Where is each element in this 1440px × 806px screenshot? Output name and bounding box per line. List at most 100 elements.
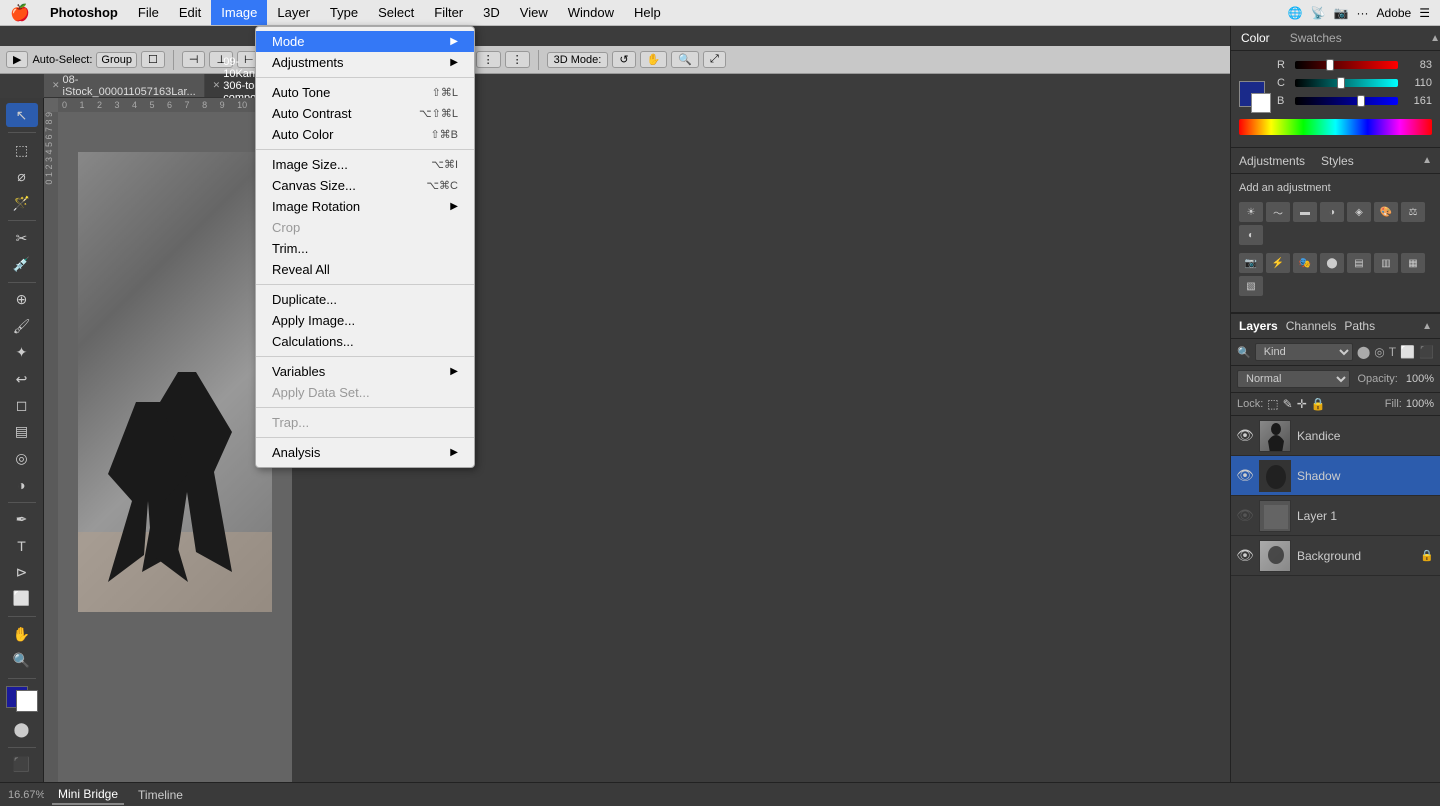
menu-apply-image[interactable]: Apply Image...: [256, 310, 474, 331]
menu-image-rotation[interactable]: Image Rotation ▶: [256, 196, 474, 217]
opacity-value[interactable]: 100%: [1406, 373, 1434, 385]
checkbox-transform[interactable]: ☐: [141, 51, 165, 68]
menu-edit[interactable]: Edit: [169, 0, 211, 25]
quick-mask[interactable]: ⬤: [6, 717, 38, 741]
menu-calculations[interactable]: Calculations...: [256, 331, 474, 352]
3d-mode-btn[interactable]: 3D Mode:: [547, 52, 609, 68]
text-layer-icon[interactable]: T: [1389, 345, 1396, 359]
menu-select[interactable]: Select: [368, 0, 424, 25]
adjustments-tab-label[interactable]: Adjustments: [1239, 154, 1305, 168]
adj-hsl[interactable]: 🎨: [1374, 202, 1398, 222]
channel-b-thumb[interactable]: [1357, 95, 1365, 107]
blend-mode-dropdown[interactable]: Normal: [1237, 370, 1350, 388]
adjustment-icon[interactable]: ◎: [1374, 345, 1384, 359]
3d-rotate-btn[interactable]: ↺: [612, 51, 635, 68]
gradient-tool[interactable]: ▤: [6, 420, 38, 444]
layer-vis-layer1[interactable]: 👁: [1237, 508, 1253, 524]
adj-channelmix[interactable]: ⚡: [1266, 253, 1290, 273]
layer-vis-bg[interactable]: 👁: [1237, 548, 1253, 564]
mini-bridge-tab[interactable]: Mini Bridge: [52, 785, 124, 805]
eyedropper-tool[interactable]: 💉: [6, 253, 38, 277]
layer-shadow[interactable]: 👁 Shadow: [1231, 456, 1440, 496]
align-left-btn[interactable]: ⊣: [182, 51, 206, 68]
color-gradient-bar[interactable]: [1239, 119, 1432, 135]
menu-image-size[interactable]: Image Size... ⌥⌘I: [256, 154, 474, 175]
menu-file[interactable]: File: [128, 0, 169, 25]
menu-mode[interactable]: Mode ▶: [256, 31, 474, 52]
adj-bw[interactable]: ◐: [1239, 225, 1263, 245]
kind-dropdown[interactable]: Kind: [1255, 343, 1353, 361]
pixel-icon[interactable]: ⬤: [1357, 345, 1370, 359]
smart-filter-icon[interactable]: ⬛: [1419, 345, 1434, 359]
channel-b-bar[interactable]: [1295, 97, 1398, 105]
text-tool[interactable]: T: [6, 534, 38, 558]
eraser-tool[interactable]: ◻: [6, 393, 38, 417]
lock-move-icon[interactable]: ✛: [1297, 397, 1307, 411]
layer-vis-kandice[interactable]: 👁: [1237, 428, 1253, 444]
dodge-tool[interactable]: ◑: [6, 472, 38, 496]
color-swatch-area[interactable]: [1239, 81, 1271, 113]
color-picker[interactable]: [6, 686, 38, 712]
menu-image[interactable]: Image: [211, 0, 267, 25]
tab-close-icon-2[interactable]: ✕: [213, 80, 221, 91]
3d-extra-btn[interactable]: ⤢: [703, 51, 726, 68]
paths-tab[interactable]: Paths: [1344, 319, 1375, 333]
shape-tool[interactable]: ⬜: [6, 587, 38, 611]
channels-tab[interactable]: Channels: [1286, 319, 1337, 333]
menu-window[interactable]: Window: [558, 0, 624, 25]
adj-selective[interactable]: ▧: [1239, 276, 1263, 296]
menu-auto-tone[interactable]: Auto Tone ⇧⌘L: [256, 82, 474, 103]
fill-value[interactable]: 100%: [1406, 398, 1434, 410]
apple-menu[interactable]: 🍎: [0, 3, 40, 23]
menu-adjustments[interactable]: Adjustments ▶: [256, 52, 474, 73]
adj-posterize[interactable]: ▤: [1347, 253, 1371, 273]
menu-3d[interactable]: 3D: [473, 0, 510, 25]
adj-levels[interactable]: ▬: [1293, 202, 1317, 222]
layer-background[interactable]: 👁 Background 🔒: [1231, 536, 1440, 576]
layer-vis-shadow[interactable]: 👁: [1237, 468, 1253, 484]
history-brush[interactable]: ↩: [6, 367, 38, 391]
menu-reveal-all[interactable]: Reveal All: [256, 259, 474, 280]
bg-color-box[interactable]: [1251, 93, 1271, 113]
zoom-tool[interactable]: 🔍: [6, 648, 38, 672]
screen-mode[interactable]: ⬛: [6, 753, 38, 777]
tool-arrow-btn[interactable]: ▶: [6, 51, 28, 68]
menu-trim[interactable]: Trim...: [256, 238, 474, 259]
menu-filter[interactable]: Filter: [424, 0, 473, 25]
menu-view[interactable]: View: [510, 0, 558, 25]
menu-analysis[interactable]: Analysis ▶: [256, 442, 474, 463]
auto-select-dropdown[interactable]: Group: [96, 52, 137, 68]
menu-type[interactable]: Type: [320, 0, 368, 25]
tab-close-icon-1[interactable]: ✕: [52, 80, 60, 91]
lasso-tool[interactable]: ⌀: [6, 165, 38, 189]
adj-colorlookup[interactable]: 🎭: [1293, 253, 1317, 273]
healing-tool[interactable]: ⊕: [6, 288, 38, 312]
wand-tool[interactable]: 🪄: [6, 191, 38, 215]
channel-c-bar[interactable]: [1295, 79, 1398, 87]
background-color[interactable]: [16, 690, 38, 712]
adj-colorbal[interactable]: ⚖: [1401, 202, 1425, 222]
channel-r-bar[interactable]: [1295, 61, 1398, 69]
adjustments-collapse[interactable]: ▲: [1422, 155, 1432, 166]
lock-pixels-icon[interactable]: ⬚: [1267, 397, 1278, 411]
layers-collapse[interactable]: ▲: [1422, 321, 1432, 332]
adj-photofilter[interactable]: 📷: [1239, 253, 1263, 273]
lock-all-icon[interactable]: 🔒: [1311, 397, 1326, 411]
menu-auto-contrast[interactable]: Auto Contrast ⌥⇧⌘L: [256, 103, 474, 124]
adj-gradient-map[interactable]: ▦: [1401, 253, 1425, 273]
clone-tool[interactable]: ✦: [6, 340, 38, 364]
adj-invert[interactable]: ⬤: [1320, 253, 1344, 273]
adj-curves[interactable]: 〜: [1266, 202, 1290, 222]
tab-first-image[interactable]: ✕ 08-iStock_000011057163Lar...: [44, 74, 205, 97]
shape-layer-icon[interactable]: ⬜: [1400, 345, 1415, 359]
menu-duplicate[interactable]: Duplicate...: [256, 289, 474, 310]
layer-layer1[interactable]: 👁 Layer 1: [1231, 496, 1440, 536]
selection-tool[interactable]: ⬚: [6, 138, 38, 162]
brush-tool[interactable]: 🖌: [6, 314, 38, 338]
swatches-tab[interactable]: Swatches: [1280, 28, 1352, 48]
3d-pan-btn[interactable]: ✋: [640, 51, 668, 68]
hand-tool[interactable]: ✋: [6, 622, 38, 646]
channel-c-thumb[interactable]: [1337, 77, 1345, 89]
adj-vibrance[interactable]: ◈: [1347, 202, 1371, 222]
adj-threshold[interactable]: ▥: [1374, 253, 1398, 273]
